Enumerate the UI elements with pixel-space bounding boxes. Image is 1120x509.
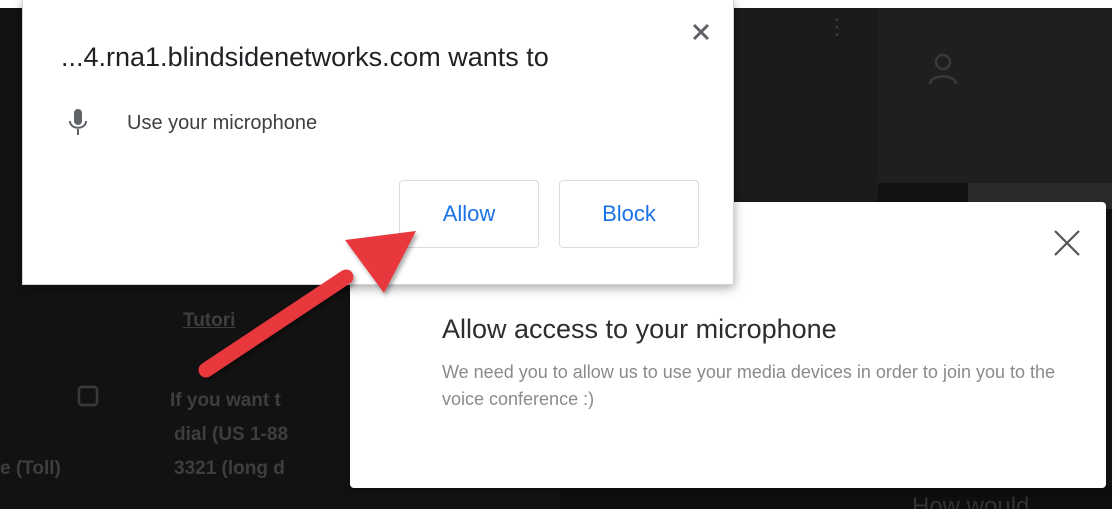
microphone-icon [69, 109, 87, 135]
background-text: How would [912, 493, 1030, 509]
background-text: e (Toll) [0, 458, 61, 479]
close-icon[interactable] [1050, 226, 1084, 260]
background-column [735, 8, 878, 203]
modal-title: Allow access to your microphone [442, 314, 837, 344]
background-text: 3321 (long d [174, 458, 285, 479]
modal-description: We need you to allow us to use your medi… [442, 362, 1056, 409]
close-icon[interactable] [687, 18, 715, 46]
background-user-panel [878, 8, 1112, 183]
phone-icon [77, 385, 99, 407]
user-icon [928, 53, 958, 85]
background-heading: Tutori [183, 310, 236, 331]
permission-label: Use your microphone [127, 112, 318, 134]
background-text: If you want t [170, 390, 281, 411]
kebab-menu-icon: ⋮ [826, 16, 848, 38]
background-text: dial (US 1-88 [174, 424, 289, 445]
permission-prompt-title: ...4.rna1.blindsidenetworks.com wants to [61, 42, 549, 72]
permission-prompt: ...4.rna1.blindsidenetworks.com wants to… [22, 0, 734, 285]
allow-button[interactable]: Allow [399, 180, 539, 248]
block-button[interactable]: Block [559, 180, 699, 248]
